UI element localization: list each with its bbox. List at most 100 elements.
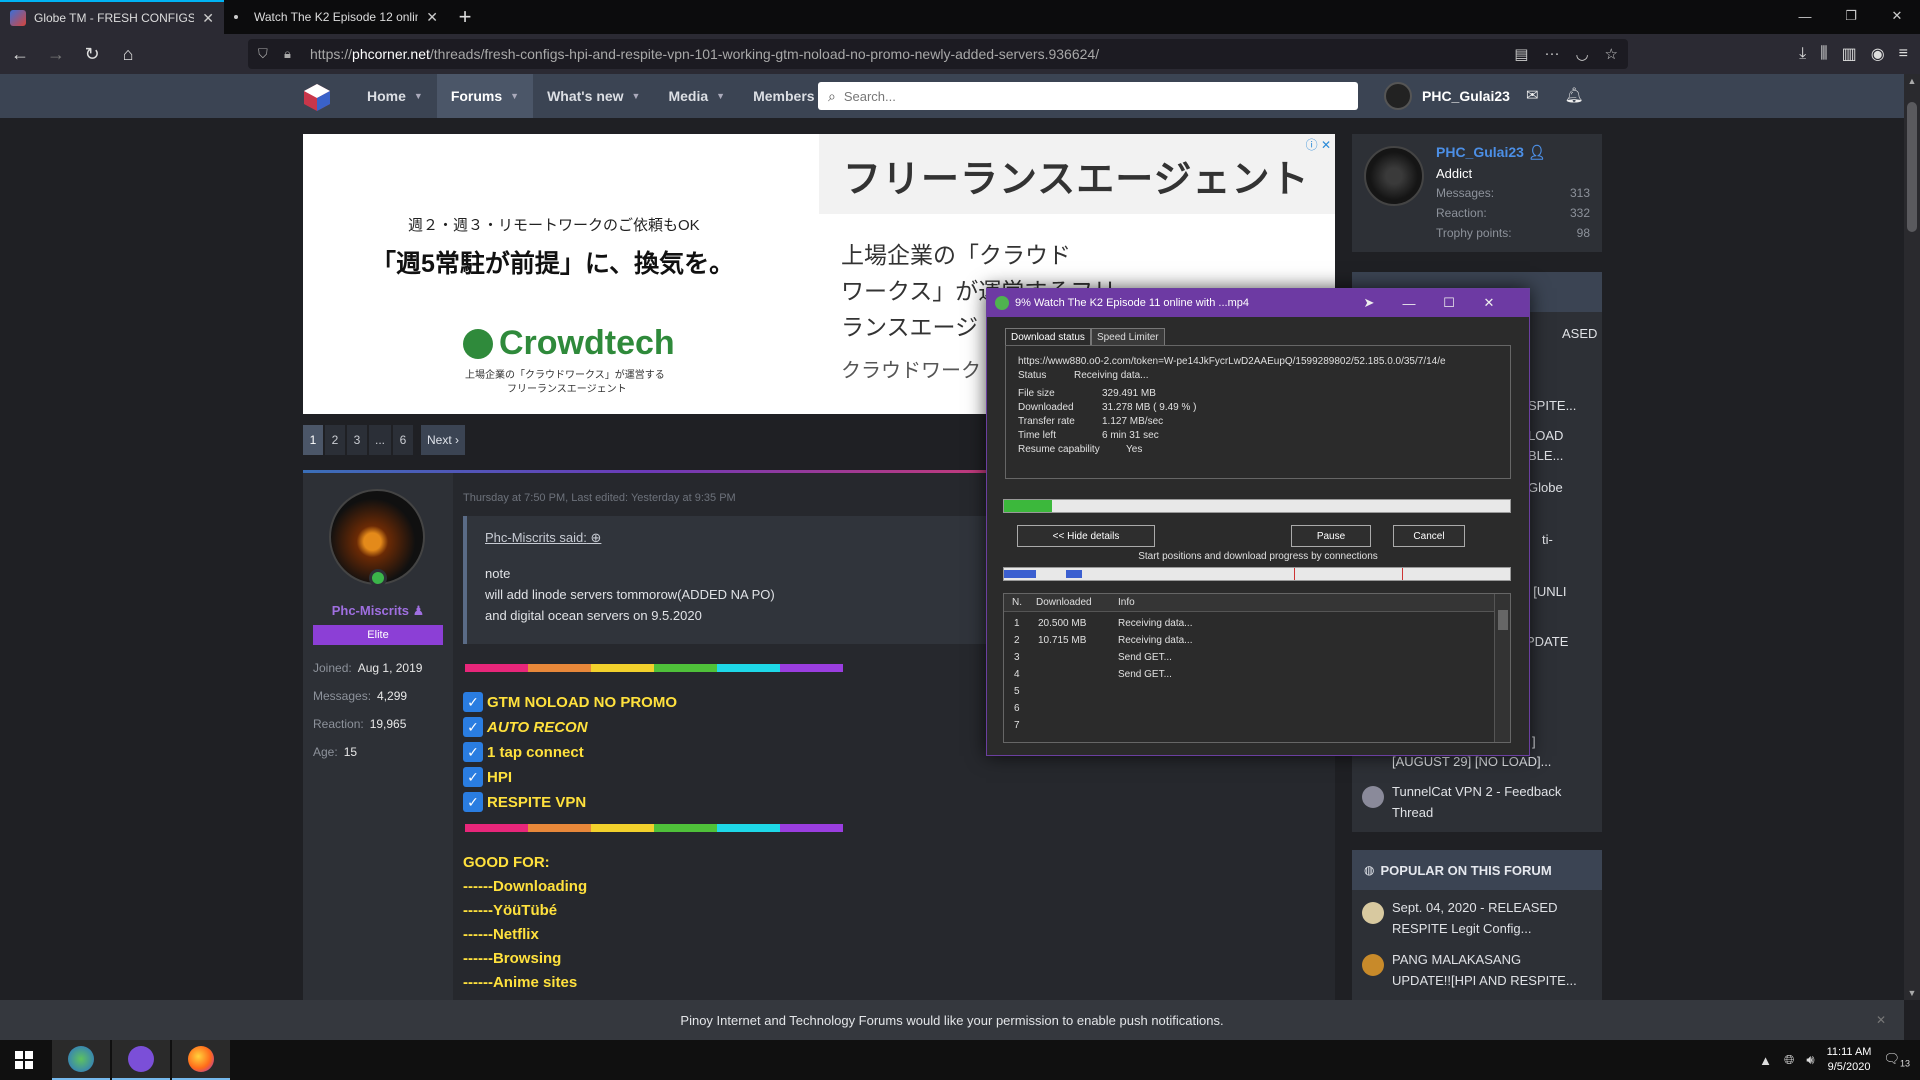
forward-arrow-icon[interactable]: → [40, 38, 72, 70]
chevron-down-icon[interactable]: ▼ [414, 91, 423, 101]
more-actions-icon[interactable]: ··· [1544, 45, 1559, 63]
cancel-button[interactable]: Cancel [1393, 525, 1465, 547]
tab-download-status[interactable]: Download status [1005, 328, 1091, 346]
tracking-shield-icon[interactable]: ⛉ [258, 46, 276, 62]
profile-name[interactable]: PHC_Gulai23 👤︎ [1436, 144, 1546, 161]
back-arrow-icon[interactable]: ← [4, 38, 36, 70]
close-icon[interactable]: ✕ [1876, 1013, 1886, 1027]
next-page-button[interactable]: Next › [421, 425, 466, 455]
taskbar-firefox[interactable] [172, 1040, 230, 1080]
field-label: File size [1018, 388, 1055, 399]
column-header[interactable]: Info [1118, 597, 1135, 608]
sidebar-thread-fragment[interactable]: SPITE... [1528, 396, 1602, 416]
table-row[interactable]: 3 Send GET... [1004, 650, 1494, 667]
dialog-title-bar[interactable]: 9% Watch The K2 Episode 11 online with .… [987, 289, 1529, 317]
sidebar-icon[interactable]: ▥ [1842, 44, 1857, 64]
page-ellipsis[interactable]: ... [369, 425, 392, 455]
close-tab-icon[interactable]: ✕ [202, 10, 214, 27]
browser-tab-1[interactable]: Globe TM - FRESH CONFIGS- ✕ [0, 0, 224, 34]
table-scrollbar[interactable] [1494, 594, 1510, 742]
inbox-envelope-icon[interactable]: ✉ [1526, 86, 1539, 104]
scroll-up-icon[interactable]: ▲ [1904, 76, 1920, 86]
chevron-down-icon[interactable]: ▼ [632, 91, 641, 101]
sidebar-thread-fragment[interactable]: BLE... [1528, 446, 1602, 466]
maximize-icon[interactable]: ☐ [1429, 289, 1469, 317]
nav-whats-new[interactable]: What's new ▼ [533, 74, 654, 118]
scroll-down-icon[interactable]: ▼ [1904, 988, 1920, 998]
downloads-icon[interactable]: ⤓ [1799, 45, 1806, 63]
new-tab-button[interactable]: + [448, 0, 482, 34]
minimize-icon[interactable]: — [1389, 289, 1429, 317]
pause-button[interactable]: Pause [1291, 525, 1371, 547]
table-row[interactable]: 6 [1004, 701, 1494, 718]
sidebar-thread-fragment[interactable]: ASED [1562, 324, 1602, 344]
status-label: Status [1018, 370, 1047, 381]
close-tab-icon[interactable]: ✕ [426, 9, 438, 26]
field-label: Downloaded [1018, 402, 1074, 413]
site-logo-icon[interactable] [302, 82, 332, 112]
account-icon[interactable]: ◉ [1871, 44, 1885, 64]
quote-jump-icon[interactable]: ⊕ [590, 530, 601, 545]
hide-details-button[interactable]: << Hide details [1017, 525, 1155, 547]
post-timestamp[interactable]: Thursday at 7:50 PM, Last edited: Yester… [463, 492, 736, 504]
pocket-icon[interactable]: ◡ [1575, 45, 1588, 63]
site-search-input[interactable]: ⌕ Search... [818, 82, 1358, 110]
chevron-down-icon[interactable]: ▼ [716, 91, 725, 101]
minimize-icon[interactable]: — [1782, 0, 1828, 32]
page-link-3[interactable]: 3 [347, 425, 367, 455]
nav-media[interactable]: Media ▼ [654, 74, 739, 118]
home-icon[interactable]: ⌂ [112, 38, 144, 70]
table-row[interactable]: 5 [1004, 684, 1494, 701]
library-icon[interactable]: ⫼ [1820, 45, 1827, 63]
column-header[interactable]: N. [1012, 597, 1022, 608]
sidebar-thread-fragment[interactable]: ] [UNLI [1526, 582, 1602, 602]
sidebar-thread-fragment[interactable]: Globe [1528, 478, 1602, 498]
taskbar-idm-app[interactable] [52, 1040, 110, 1080]
address-bar[interactable]: ⛉ 🔒︎ https://phcorner.net/threads/fresh-… [248, 39, 1628, 69]
chevron-down-icon[interactable]: ▼ [510, 91, 519, 101]
nav-home[interactable]: Home ▼ [353, 74, 437, 118]
ad-body-3: ランスエージ [841, 314, 979, 340]
idm-globe-icon [995, 296, 1009, 310]
lock-icon[interactable]: 🔒︎ [284, 46, 302, 62]
sidebar-thread-fragment[interactable]: ] [1532, 732, 1602, 752]
close-window-icon[interactable]: ✕ [1874, 0, 1920, 32]
volume-icon[interactable]: 🔊︎ [1806, 1052, 1814, 1068]
network-globe-icon[interactable]: 🌐︎ [1784, 1052, 1794, 1068]
action-center-icon[interactable]: 🗨︎13 [1883, 1051, 1910, 1069]
nav-forums[interactable]: Forums ▼ [436, 74, 534, 118]
browser-tab-2[interactable]: Watch The K2 Episode 12 onlin ✕ [224, 0, 448, 34]
reload-icon[interactable]: ↻ [76, 38, 108, 70]
bookmark-star-icon[interactable]: ☆ [1605, 45, 1618, 63]
author-name[interactable]: Phc-Miscrits ♟ [303, 603, 453, 619]
sidebar-thread-fragment[interactable]: PDATE [1526, 632, 1602, 652]
tab-speed-limiter[interactable]: Speed Limiter [1090, 328, 1165, 346]
table-row[interactable]: 2 10.715 MB Receiving data... [1004, 633, 1494, 650]
page-link-2[interactable]: 2 [325, 425, 345, 455]
table-row[interactable]: 1 20.500 MB Receiving data... [1004, 616, 1494, 633]
table-row[interactable]: 7 [1004, 718, 1494, 735]
taskbar-clock[interactable]: 11:11 AM 9/5/2020 [1827, 1045, 1872, 1075]
page-link-1[interactable]: 1 [303, 425, 323, 455]
avatar[interactable] [1364, 146, 1424, 206]
page-scrollbar[interactable]: ▲ ▼ [1904, 74, 1920, 1000]
page-link-6[interactable]: 6 [393, 425, 414, 455]
reader-view-icon[interactable]: ▤ [1514, 45, 1528, 63]
start-button[interactable] [0, 1040, 48, 1080]
ad-choices-icon[interactable]: ⓘ ✕ [1306, 136, 1331, 153]
staff-user-icon: ♟ [412, 603, 425, 618]
alerts-bell-icon[interactable]: 🔔︎ [1565, 86, 1584, 104]
close-icon[interactable]: ✕ [1469, 289, 1509, 317]
menu-icon[interactable]: ≡ [1899, 45, 1908, 63]
scroll-thumb[interactable] [1498, 610, 1508, 630]
column-header[interactable]: Downloaded [1036, 597, 1092, 608]
quote-author-link[interactable]: Phc-Miscrits said: ⊕ [485, 530, 601, 546]
restore-icon[interactable]: ❐ [1828, 0, 1874, 32]
sidebar-thread-fragment[interactable]: ti- [1542, 530, 1602, 550]
table-row[interactable]: 4 Send GET... [1004, 667, 1494, 684]
sidebar-thread-fragment[interactable]: LOAD [1528, 426, 1602, 446]
tray-chevron-up-icon[interactable]: ▲ [1759, 1053, 1772, 1068]
scroll-thumb[interactable] [1907, 102, 1917, 232]
header-user-menu[interactable]: PHC_Gulai23 [1384, 82, 1510, 110]
taskbar-purple-app[interactable] [112, 1040, 170, 1080]
